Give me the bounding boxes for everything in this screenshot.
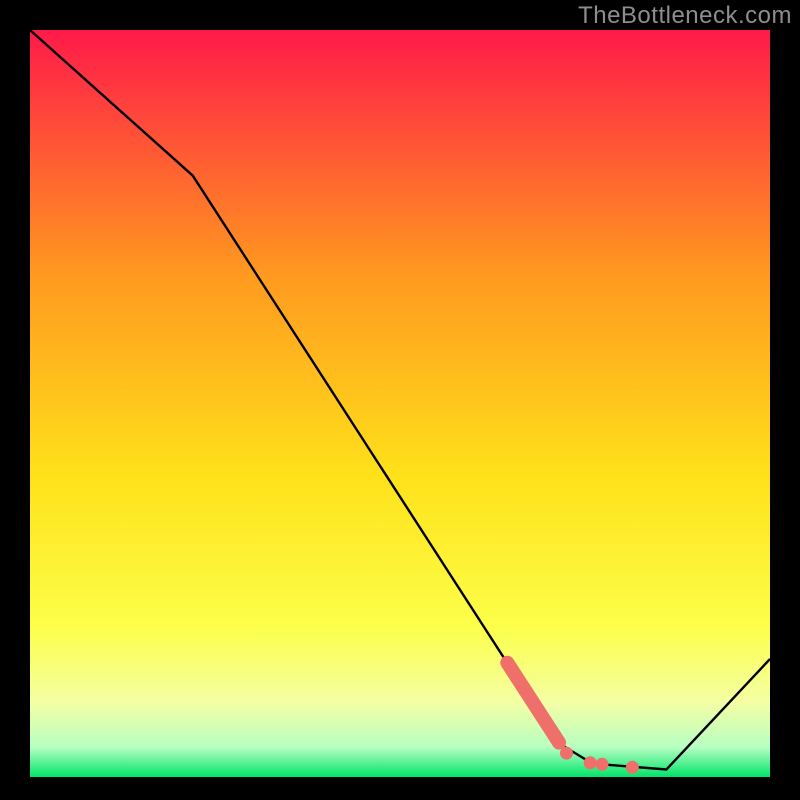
watermark-text: TheBottleneck.com [578, 2, 792, 30]
highlight-dot [584, 756, 597, 769]
bottleneck-chart [0, 0, 800, 800]
chart-stage: TheBottleneck.com [0, 0, 800, 800]
highlight-dot [560, 747, 573, 760]
highlight-dot [596, 758, 609, 771]
highlight-dot [626, 761, 639, 774]
plot-background [30, 30, 770, 777]
